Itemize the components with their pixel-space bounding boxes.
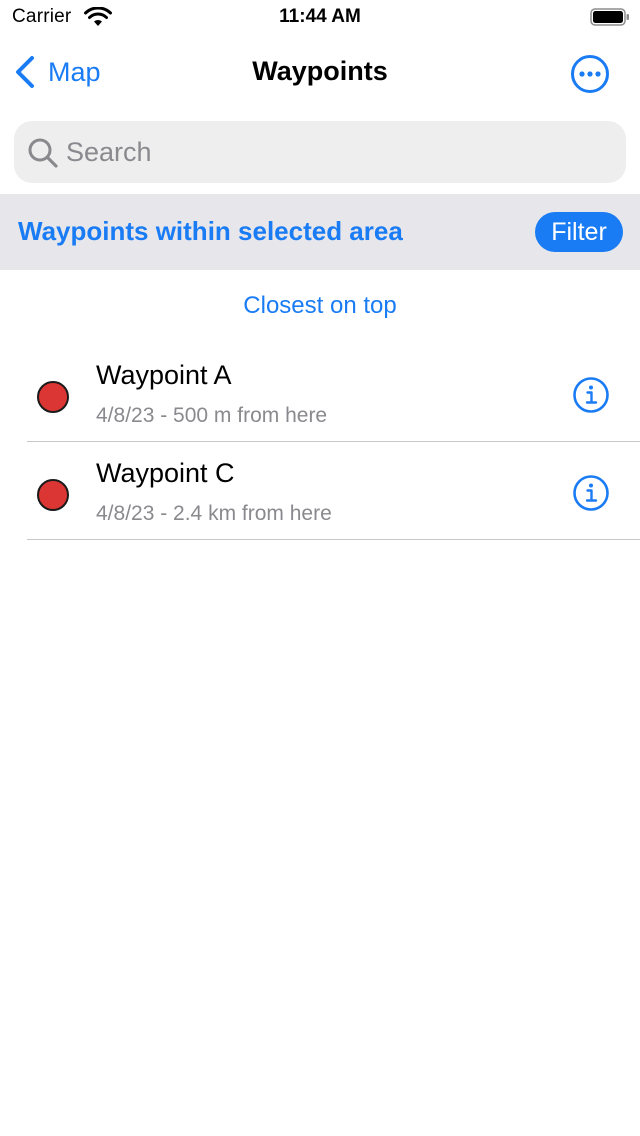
page-title: Waypoints (252, 56, 388, 86)
waypoint-list: Waypoint A 4/8/23 - 500 m from here Wayp… (0, 344, 640, 540)
status-bar: Carrier 11:44 AM (0, 0, 640, 36)
search-input[interactable] (66, 121, 606, 183)
waypoint-row-a[interactable]: Waypoint A 4/8/23 - 500 m from here (0, 344, 640, 442)
filter-heading: Waypoints within selected area (18, 216, 403, 246)
waypoint-marker-icon (37, 479, 69, 511)
search-icon (28, 138, 58, 168)
info-icon[interactable] (572, 376, 610, 414)
status-time: 11:44 AM (279, 6, 361, 27)
waypoint-name: Waypoint A (96, 360, 232, 390)
waypoint-marker-icon (37, 381, 69, 413)
waypoint-name: Waypoint C (96, 458, 235, 488)
filter-button[interactable]: Filter (535, 212, 623, 252)
filter-section: Waypoints within selected area Filter (0, 194, 640, 270)
waypoint-row-c[interactable]: Waypoint C 4/8/23 - 2.4 km from here (0, 442, 640, 540)
info-icon[interactable] (572, 474, 610, 512)
search-bar (14, 121, 626, 183)
waypoint-detail: 4/8/23 - 500 m from here (96, 404, 328, 427)
sort-order-button[interactable]: Closest on top (0, 292, 640, 320)
navigation-bar: Map Waypoints (0, 40, 640, 106)
waypoint-detail: 4/8/23 - 2.4 km from here (96, 502, 332, 525)
ellipsis-circle-icon[interactable] (570, 54, 610, 94)
row-separator (27, 539, 640, 540)
battery-icon (590, 8, 629, 26)
